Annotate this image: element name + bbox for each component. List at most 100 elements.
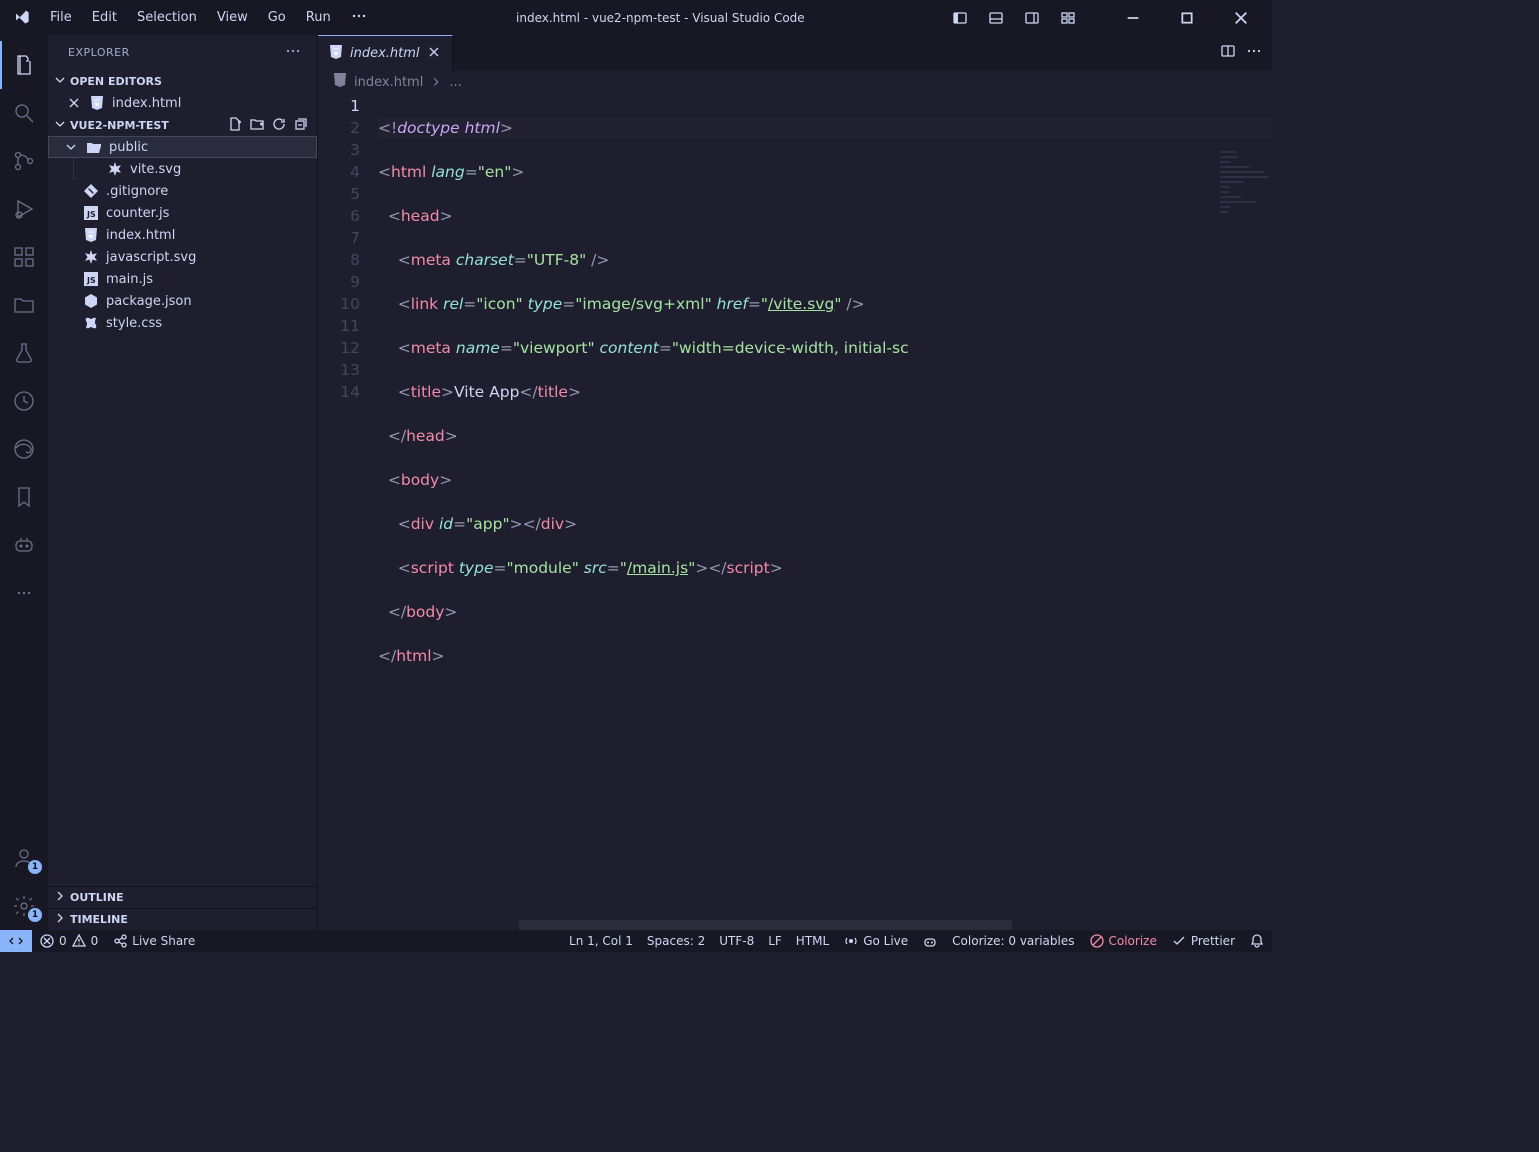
- editor-group: index.html index.html ... 1 2 3 4 5 6: [318, 35, 1272, 930]
- prettier-status[interactable]: Prettier: [1164, 930, 1242, 952]
- tree-file[interactable]: vite.svg: [48, 158, 317, 180]
- activity-accounts-icon[interactable]: 1: [0, 834, 48, 882]
- title-bar: File Edit Selection View Go Run index.ht…: [0, 0, 1272, 35]
- outline-label: OUTLINE: [70, 891, 124, 904]
- colorize-variables[interactable]: Colorize: 0 variables: [945, 930, 1081, 952]
- menu-go[interactable]: Go: [260, 6, 294, 29]
- tree-file[interactable]: JS counter.js: [48, 202, 317, 224]
- close-button[interactable]: [1218, 1, 1264, 35]
- menu-overflow-icon[interactable]: [343, 4, 375, 32]
- activity-extensions-icon[interactable]: [0, 233, 48, 281]
- activity-explorer-icon[interactable]: [0, 41, 48, 89]
- refresh-icon[interactable]: [271, 116, 287, 135]
- activity-edge-icon[interactable]: [0, 425, 48, 473]
- problems-indicator[interactable]: 0 0: [32, 930, 105, 952]
- open-editors-section[interactable]: OPEN EDITORS: [48, 70, 317, 92]
- toggle-primary-sidebar-icon[interactable]: [946, 4, 974, 32]
- close-icon[interactable]: [426, 44, 442, 64]
- open-editor-name: index.html: [112, 96, 181, 111]
- menu-selection[interactable]: Selection: [129, 6, 205, 29]
- js-icon: JS: [82, 271, 100, 287]
- svg-text:JS: JS: [86, 276, 96, 285]
- chevron-down-icon: [52, 116, 68, 135]
- activity-more-icon[interactable]: [0, 569, 48, 617]
- toggle-secondary-sidebar-icon[interactable]: [1018, 4, 1046, 32]
- explorer-more-icon[interactable]: [285, 43, 301, 62]
- sidebar-header: EXPLORER: [48, 35, 317, 70]
- breadcrumb[interactable]: index.html ...: [318, 71, 1272, 93]
- html5-icon: [82, 227, 100, 243]
- code-text[interactable]: <!doctype html> <html lang="en"> <head> …: [378, 93, 1272, 930]
- encoding-status[interactable]: UTF-8: [712, 930, 761, 952]
- menu-view[interactable]: View: [209, 6, 256, 29]
- node-icon: [82, 293, 100, 309]
- project-section[interactable]: VUE2-NPM-TEST: [48, 114, 317, 136]
- go-live-button[interactable]: Go Live: [836, 930, 915, 952]
- menu-run[interactable]: Run: [298, 6, 339, 29]
- notifications-icon[interactable]: [1242, 930, 1272, 952]
- cursor-position[interactable]: Ln 1, Col 1: [562, 930, 640, 952]
- line-number-gutter: 1 2 3 4 5 6 7 8 9 10 11 12 13 14: [318, 93, 378, 930]
- menu-edit[interactable]: Edit: [84, 6, 125, 29]
- tree-item-label: javascript.svg: [106, 250, 196, 265]
- eol-status[interactable]: LF: [761, 930, 789, 952]
- activity-search-icon[interactable]: [0, 89, 48, 137]
- chevron-down-icon: [63, 139, 79, 155]
- new-file-icon[interactable]: [227, 116, 243, 135]
- live-share-status[interactable]: Live Share: [105, 930, 202, 952]
- open-editor-item[interactable]: index.html: [48, 92, 317, 114]
- activity-folder-icon[interactable]: [0, 281, 48, 329]
- chevron-right-icon: [52, 910, 68, 929]
- tabs-bar: index.html: [318, 35, 1272, 71]
- svg-icon: [82, 249, 100, 265]
- tree-file[interactable]: .gitignore: [48, 180, 317, 202]
- js-icon: JS: [82, 205, 100, 221]
- new-folder-icon[interactable]: [249, 116, 265, 135]
- sidebar: EXPLORER OPEN EDITORS index.html VUE2-NP…: [48, 35, 318, 930]
- activity-settings-icon[interactable]: 1: [0, 882, 48, 930]
- tree-file[interactable]: style.css: [48, 312, 317, 334]
- tree-file[interactable]: JS main.js: [48, 268, 317, 290]
- chevron-right-icon: [429, 75, 443, 89]
- close-icon[interactable]: [66, 95, 82, 111]
- tab-index-html[interactable]: index.html: [318, 35, 453, 71]
- activity-copilot-icon[interactable]: [0, 521, 48, 569]
- toggle-panel-icon[interactable]: [982, 4, 1010, 32]
- copilot-status[interactable]: [915, 930, 945, 952]
- customize-layout-icon[interactable]: [1054, 4, 1082, 32]
- more-actions-icon[interactable]: [1246, 43, 1262, 63]
- minimize-button[interactable]: [1110, 1, 1156, 35]
- split-editor-icon[interactable]: [1220, 43, 1236, 63]
- indentation-status[interactable]: Spaces: 2: [640, 930, 712, 952]
- menu-file[interactable]: File: [42, 6, 80, 29]
- tree-item-label: index.html: [106, 228, 175, 243]
- tree-item-label: main.js: [106, 272, 153, 287]
- window-title: index.html - vue2-npm-test - Visual Stud…: [379, 11, 942, 25]
- activity-timeline-icon[interactable]: [0, 377, 48, 425]
- outline-section[interactable]: OUTLINE: [48, 886, 317, 908]
- tree-item-label: vite.svg: [130, 162, 181, 177]
- horizontal-scrollbar[interactable]: [378, 920, 1258, 930]
- tree-file[interactable]: javascript.svg: [48, 246, 317, 268]
- tree-file[interactable]: index.html: [48, 224, 317, 246]
- collapse-all-icon[interactable]: [293, 116, 309, 135]
- tree-item-label: package.json: [106, 294, 192, 309]
- explorer-title: EXPLORER: [68, 46, 130, 59]
- remote-indicator[interactable]: [0, 930, 32, 952]
- folder-open-icon: [85, 139, 103, 155]
- activity-bookmark-icon[interactable]: [0, 473, 48, 521]
- project-name: VUE2-NPM-TEST: [70, 119, 169, 132]
- colorize-status[interactable]: Colorize: [1082, 930, 1164, 952]
- activity-source-control-icon[interactable]: [0, 137, 48, 185]
- tree-folder-public[interactable]: public: [48, 136, 317, 158]
- language-mode[interactable]: HTML: [789, 930, 836, 952]
- maximize-button[interactable]: [1164, 1, 1210, 35]
- activity-test-icon[interactable]: [0, 329, 48, 377]
- css-icon: [82, 315, 100, 331]
- tree-item-label: .gitignore: [106, 184, 168, 199]
- editor-area[interactable]: 1 2 3 4 5 6 7 8 9 10 11 12 13 14 <!docty…: [318, 93, 1272, 930]
- timeline-section[interactable]: TIMELINE: [48, 908, 317, 930]
- html5-icon: [332, 72, 348, 92]
- activity-run-debug-icon[interactable]: [0, 185, 48, 233]
- tree-file[interactable]: package.json: [48, 290, 317, 312]
